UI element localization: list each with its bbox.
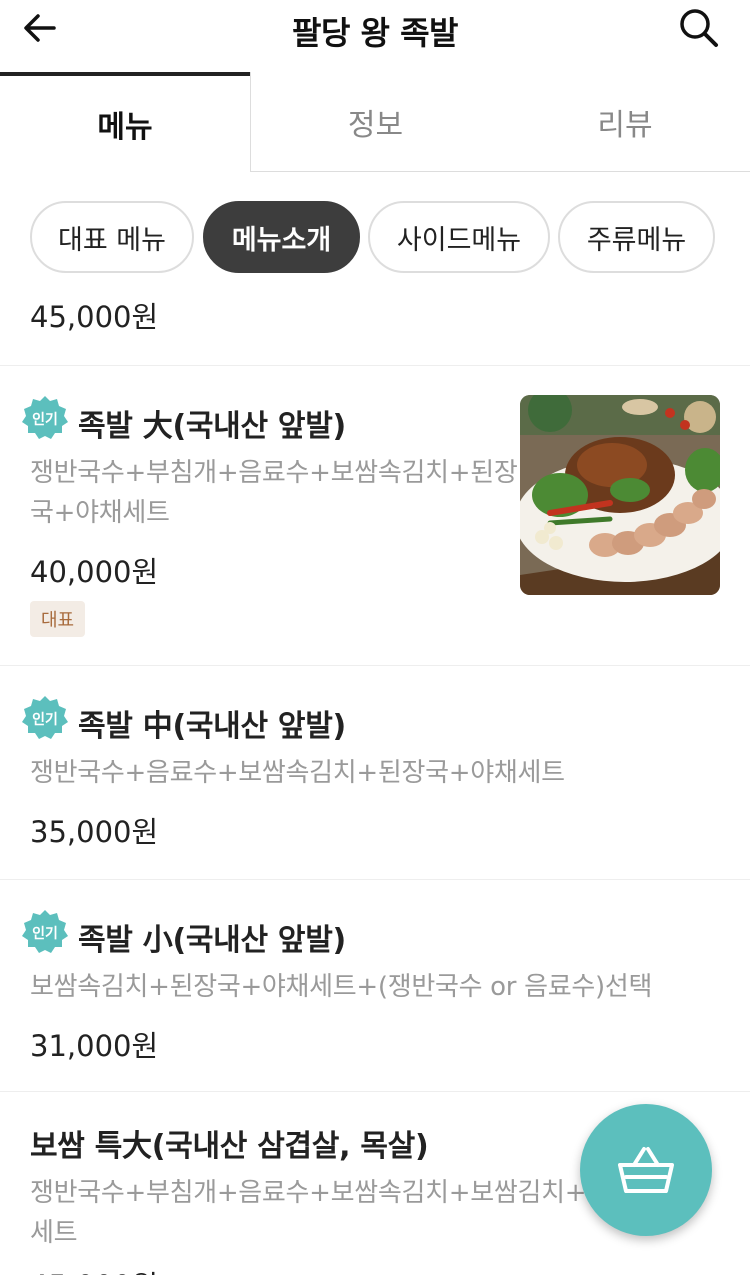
signature-tag: 대표 xyxy=(30,601,85,637)
page-title: 팔당 왕 족발 xyxy=(292,14,458,52)
search-icon xyxy=(680,9,718,47)
item-name: 보쌈 특大(국내산 삼겹살, 목살) xyxy=(30,1129,429,1164)
chip-drinks-menu[interactable]: 주류메뉴 xyxy=(558,201,715,273)
menu-item[interactable]: 인기 족발 小(국내산 앞발) 보쌈속김치+된장국+야채세트+(쟁반국수 or … xyxy=(0,879,750,1091)
item-description: 쟁반국수+부침개+음료수+보쌈속김치+보쌈김치+된장 세트 xyxy=(30,1178,590,1248)
item-price: 45,000원 xyxy=(30,1263,158,1275)
item-price: 35,000원 xyxy=(30,815,159,849)
item-price: 45,000원 xyxy=(30,300,159,334)
tab-reviews[interactable]: 리뷰 xyxy=(500,72,750,172)
app-header: 팔당 왕 족발 xyxy=(0,0,750,72)
svg-text:인기: 인기 xyxy=(32,711,58,728)
food-image[interactable] xyxy=(520,395,720,595)
svg-text:인기: 인기 xyxy=(32,411,58,428)
cart-button[interactable] xyxy=(580,1104,712,1236)
menu-item[interactable]: 인기 족발 中(국내산 앞발) 쟁반국수+음료수+보쌈속김치+된장국+야채세트 … xyxy=(0,665,750,879)
chip-signature-menu[interactable]: 대표 메뉴 xyxy=(30,201,194,273)
item-name: 족발 大(국내산 앞발) xyxy=(78,409,346,444)
tab-info[interactable]: 정보 xyxy=(250,72,500,172)
search-button[interactable] xyxy=(674,4,724,52)
item-description: 보쌈속김치+된장국+야채세트+(쟁반국수 or 음료수)선택 xyxy=(30,972,653,1002)
item-price: 40,000원 xyxy=(30,555,159,589)
item-price: 31,000원 xyxy=(30,1029,159,1063)
item-description: 쟁반국수+부침개+음료수+보쌈속김치+된장 국+야채세트 xyxy=(30,458,518,528)
item-name: 족발 小(국내산 앞발) xyxy=(78,923,346,958)
item-name: 족발 中(국내산 앞발) xyxy=(78,709,346,744)
item-description: 쟁반국수+음료수+보쌈속김치+된장국+야채세트 xyxy=(30,758,565,788)
tab-menu[interactable]: 메뉴 xyxy=(0,72,250,172)
chip-menu-intro[interactable]: 메뉴소개 xyxy=(203,201,360,273)
chip-side-menu[interactable]: 사이드메뉴 xyxy=(368,201,550,273)
popular-badge-icon: 인기 xyxy=(22,910,68,953)
svg-text:인기: 인기 xyxy=(32,925,58,942)
popular-badge-icon: 인기 xyxy=(22,696,68,739)
popular-badge-icon: 인기 xyxy=(22,396,68,439)
basket-icon xyxy=(618,1147,674,1193)
tab-bar: 메뉴 정보 리뷰 xyxy=(0,72,750,172)
